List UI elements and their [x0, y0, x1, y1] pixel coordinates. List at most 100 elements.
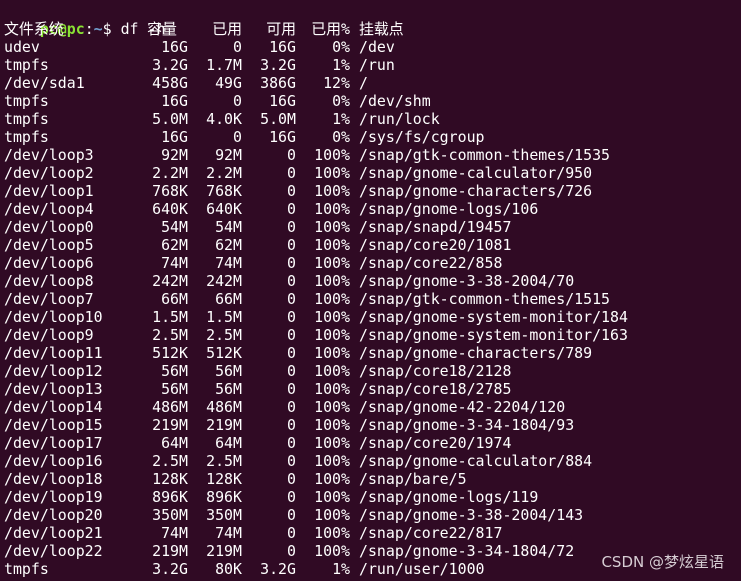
row-size: 219M [152, 416, 188, 434]
terminal-window[interactable]: pc@pc:~$ df -h 文件系统 容量 已用 可用 已用% 挂载点 ude… [0, 0, 741, 581]
row-size: 56M [161, 362, 188, 380]
row-mounted-on: /snap/core18/2128 [359, 362, 512, 380]
prompt-line: pc@pc:~$ df -h [4, 2, 166, 38]
row-avail: 0 [287, 272, 296, 290]
row-avail: 0 [287, 218, 296, 236]
row-filesystem: /dev/loop14 [4, 398, 103, 416]
row-filesystem: /dev/loop21 [4, 524, 103, 542]
row-use-pct: 100% [314, 434, 350, 452]
row-filesystem: /dev/loop13 [4, 380, 103, 398]
row-filesystem: /dev/loop8 [4, 272, 94, 290]
row-used: 1.7M [206, 56, 242, 74]
table-row: tmpfs 16G 0 16G 0% /dev/shm [4, 92, 431, 110]
row-filesystem: /dev/loop5 [4, 236, 94, 254]
row-filesystem: /dev/sda1 [4, 74, 85, 92]
row-avail: 0 [287, 470, 296, 488]
row-size: 64M [161, 434, 188, 452]
table-row: /dev/loop2 2.2M 2.2M 0 100% /snap/gnome-calcu… [4, 164, 592, 182]
row-use-pct: 100% [314, 200, 350, 218]
table-row: /dev/loop8 242M 242M 0 100% /snap/gnome-3-38-… [4, 272, 574, 290]
row-mounted-on: /snap/gnome-3-34-1804/72 [359, 542, 575, 560]
row-avail: 0 [287, 200, 296, 218]
row-use-pct: 0% [332, 92, 350, 110]
row-size: 486M [152, 398, 188, 416]
row-use-pct: 1% [332, 560, 350, 578]
row-size: 5.0M [152, 110, 188, 128]
row-mounted-on: /snap/gnome-3-38-2004/143 [359, 506, 584, 524]
row-mounted-on: /snap/core20/1081 [359, 236, 512, 254]
row-use-pct: 100% [314, 254, 350, 272]
row-size: 66M [161, 290, 188, 308]
row-used: 242M [206, 272, 242, 290]
row-avail: 5.0M [260, 110, 296, 128]
row-use-pct: 100% [314, 452, 350, 470]
row-use-pct: 1% [332, 110, 350, 128]
row-filesystem: /dev/loop19 [4, 488, 103, 506]
row-use-pct: 0% [332, 128, 350, 146]
row-used: 80K [215, 560, 242, 578]
table-row: /dev/loop15 219M 219M 0 100% /snap/gnome-3-34… [4, 416, 574, 434]
row-used: 54M [215, 218, 242, 236]
row-size: 3.2G [152, 560, 188, 578]
table-row: /dev/loop14 486M 486M 0 100% /snap/gnome-42-2… [4, 398, 565, 416]
row-avail: 0 [287, 380, 296, 398]
row-avail: 386G [260, 74, 296, 92]
row-used: 768K [206, 182, 242, 200]
row-filesystem: /dev/loop10 [4, 308, 103, 326]
row-used: 92M [215, 146, 242, 164]
row-avail: 0 [287, 542, 296, 560]
row-mounted-on: /snap/gnome-42-2204/120 [359, 398, 566, 416]
row-avail: 0 [287, 182, 296, 200]
row-avail: 0 [287, 506, 296, 524]
row-filesystem: /dev/loop12 [4, 362, 103, 380]
table-row: /dev/loop6 74M 74M 0 100% /snap/core22/858 [4, 254, 502, 272]
header-mounted-on: 挂载点 [359, 20, 404, 38]
table-row: tmpfs 3.2G 1.7M 3.2G 1% /run [4, 56, 395, 74]
row-avail: 16G [269, 92, 296, 110]
row-filesystem: udev [4, 38, 40, 56]
row-filesystem: /dev/loop22 [4, 542, 103, 560]
row-mounted-on: /snap/gnome-3-34-1804/93 [359, 416, 575, 434]
row-avail: 0 [287, 434, 296, 452]
row-used: 2.5M [206, 452, 242, 470]
row-size: 2.2M [152, 164, 188, 182]
row-mounted-on: /snap/core18/2785 [359, 380, 512, 398]
row-size: 74M [161, 254, 188, 272]
row-avail: 0 [287, 344, 296, 362]
table-row: udev 16G 0 16G 0% /dev [4, 38, 395, 56]
row-avail: 16G [269, 128, 296, 146]
row-avail: 0 [287, 236, 296, 254]
row-avail: 0 [287, 362, 296, 380]
row-avail: 0 [287, 398, 296, 416]
row-use-pct: 100% [314, 290, 350, 308]
row-use-pct: 100% [314, 182, 350, 200]
row-size: 640K [152, 200, 188, 218]
table-row: /dev/loop1 768K 768K 0 100% /snap/gnome-chara… [4, 182, 592, 200]
row-used: 219M [206, 542, 242, 560]
row-filesystem: tmpfs [4, 92, 49, 110]
row-filesystem: tmpfs [4, 128, 49, 146]
row-use-pct: 100% [314, 164, 350, 182]
row-size: 350M [152, 506, 188, 524]
table-row: /dev/loop3 92M 92M 0 100% /snap/gtk-common-th… [4, 146, 610, 164]
row-use-pct: 100% [314, 272, 350, 290]
table-row: /dev/loop4 640K 640K 0 100% /snap/gnome-logs/… [4, 200, 538, 218]
row-avail: 0 [287, 254, 296, 272]
row-avail: 0 [287, 416, 296, 434]
row-size: 2.5M [152, 452, 188, 470]
row-filesystem: /dev/loop17 [4, 434, 103, 452]
row-filesystem: /dev/loop16 [4, 452, 103, 470]
table-row: /dev/loop22 219M 219M 0 100% /snap/gnome-3-34… [4, 542, 574, 560]
row-used: 0 [233, 38, 242, 56]
row-use-pct: 100% [314, 344, 350, 362]
row-filesystem: /dev/loop9 [4, 326, 94, 344]
row-size: 3.2G [152, 56, 188, 74]
row-size: 1.5M [152, 308, 188, 326]
row-mounted-on: /snap/gnome-logs/106 [359, 200, 539, 218]
row-mounted-on: /snap/gnome-characters/726 [359, 182, 593, 200]
header-filesystem: 文件系统 [4, 20, 64, 38]
row-use-pct: 100% [314, 146, 350, 164]
row-use-pct: 100% [314, 542, 350, 560]
row-mounted-on: /run [359, 56, 395, 74]
row-filesystem: /dev/loop7 [4, 290, 94, 308]
